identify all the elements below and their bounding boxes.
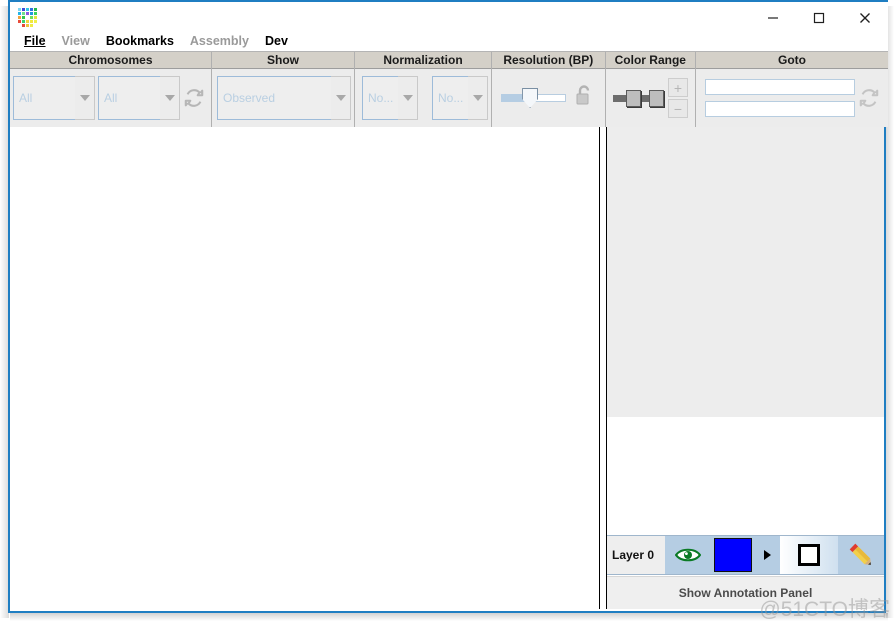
square-outline-icon bbox=[798, 544, 820, 566]
refresh-icon bbox=[184, 89, 204, 107]
chevron-right-icon bbox=[764, 550, 771, 560]
content-area: Layer 0 Show Annotation Panel bbox=[10, 127, 884, 609]
resolution-body bbox=[492, 69, 605, 127]
goto-refresh-button[interactable] bbox=[855, 77, 883, 119]
toolbar-group-chromosomes: Chromosomes All All bbox=[10, 52, 212, 127]
chromosome-x-combo[interactable]: All bbox=[13, 76, 95, 120]
chevron-down-icon[interactable] bbox=[75, 76, 95, 120]
show-body: Observed bbox=[212, 69, 354, 127]
layer-name-label: Layer 0 bbox=[607, 536, 665, 574]
show-value: Observed bbox=[217, 76, 331, 120]
chromosome-y-combo[interactable]: All bbox=[98, 76, 180, 120]
menu-item-dev[interactable]: Dev bbox=[257, 34, 296, 48]
menu-item-file[interactable]: File bbox=[16, 34, 54, 48]
color-range-body: + − bbox=[605, 69, 695, 127]
chevron-down-icon[interactable] bbox=[160, 76, 180, 120]
toolbar-group-goto: Goto bbox=[696, 52, 888, 127]
maximize-icon[interactable] bbox=[796, 2, 842, 33]
color-range-title: Color Range bbox=[605, 52, 695, 69]
menu-item-bookmarks[interactable]: Bookmarks bbox=[98, 34, 182, 48]
resolution-slider[interactable] bbox=[501, 88, 566, 108]
show-title: Show bbox=[212, 52, 354, 69]
normalization-body: No... No... bbox=[355, 69, 491, 127]
normalization-col-combo[interactable]: No... bbox=[432, 76, 488, 120]
unlocked-padlock-icon[interactable] bbox=[574, 84, 596, 113]
pencil-icon bbox=[849, 543, 871, 565]
layer-shape-button[interactable] bbox=[780, 536, 838, 574]
normalization-title: Normalization bbox=[355, 52, 491, 69]
menu-item-assembly[interactable]: Assembly bbox=[182, 34, 257, 48]
app-root: File View Bookmarks Assembly Dev Chromos… bbox=[0, 0, 894, 625]
layer-color-swatch[interactable] bbox=[713, 538, 752, 572]
color-range-minus-button[interactable]: − bbox=[668, 99, 688, 118]
goto-field-1[interactable] bbox=[705, 79, 855, 95]
layer-expand-button[interactable] bbox=[755, 536, 780, 574]
juicebox-pixel-icon bbox=[15, 6, 37, 28]
layer-edit-button[interactable] bbox=[838, 536, 884, 574]
layer-row: Layer 0 bbox=[607, 535, 884, 575]
window-controls bbox=[750, 2, 888, 33]
goto-body bbox=[696, 69, 888, 127]
color-range-plus-button[interactable]: + bbox=[668, 78, 688, 97]
normalization-col-value: No... bbox=[432, 76, 468, 120]
toolbar-group-show: Show Observed bbox=[212, 52, 355, 127]
layer-color-button[interactable] bbox=[710, 536, 755, 574]
right-panel: Layer 0 Show Annotation Panel bbox=[607, 127, 884, 609]
eye-visibility-icon bbox=[674, 548, 701, 562]
refresh-icon bbox=[859, 89, 879, 107]
color-range-high-thumb[interactable] bbox=[648, 90, 664, 107]
chromosomes-body: All All bbox=[10, 69, 211, 127]
title-bar[interactable] bbox=[10, 0, 888, 33]
toolbar-group-resolution: Resolution (BP) bbox=[492, 52, 606, 127]
chevron-down-icon[interactable] bbox=[331, 76, 351, 120]
normalization-row-value: No... bbox=[362, 76, 398, 120]
color-range-buttons: + − bbox=[668, 78, 688, 118]
window-shadow-bottom bbox=[10, 613, 888, 621]
track-region bbox=[607, 127, 884, 417]
close-icon[interactable] bbox=[842, 2, 888, 33]
color-range-low-thumb[interactable] bbox=[625, 90, 641, 107]
normalization-row-combo[interactable]: No... bbox=[362, 76, 418, 120]
show-combo[interactable]: Observed bbox=[217, 76, 351, 120]
toolbar: Chromosomes All All Show Observed Normal… bbox=[10, 51, 888, 127]
menu-bar: File View Bookmarks Assembly Dev bbox=[10, 31, 888, 51]
goto-field-2[interactable] bbox=[705, 101, 855, 117]
main-window: File View Bookmarks Assembly Dev Chromos… bbox=[8, 0, 888, 613]
chevron-down-icon[interactable] bbox=[398, 76, 418, 120]
resolution-title: Resolution (BP) bbox=[492, 52, 605, 69]
chevron-down-icon[interactable] bbox=[468, 76, 488, 120]
minimize-icon[interactable] bbox=[750, 2, 796, 33]
resolution-slider-thumb[interactable] bbox=[522, 88, 539, 108]
color-range-slider[interactable] bbox=[612, 87, 664, 109]
menu-label-file: File bbox=[24, 34, 46, 48]
chromosomes-refresh-button[interactable] bbox=[180, 77, 208, 119]
menu-item-view[interactable]: View bbox=[54, 34, 98, 48]
chromosome-y-value: All bbox=[98, 76, 160, 120]
annotation-panel-toggle[interactable]: Show Annotation Panel bbox=[607, 576, 884, 609]
heatmap-canvas[interactable] bbox=[10, 127, 599, 609]
goto-title: Goto bbox=[696, 52, 888, 69]
chromosome-x-value: All bbox=[13, 76, 75, 120]
toolbar-group-color-range: Color Range + − bbox=[605, 52, 696, 127]
layer-visibility-button[interactable] bbox=[665, 536, 710, 574]
pane-splitter[interactable] bbox=[599, 127, 607, 609]
toolbar-group-normalization: Normalization No... No... bbox=[355, 52, 492, 127]
annotation-panel-label: Show Annotation Panel bbox=[678, 586, 813, 600]
chromosomes-title: Chromosomes bbox=[10, 52, 211, 69]
